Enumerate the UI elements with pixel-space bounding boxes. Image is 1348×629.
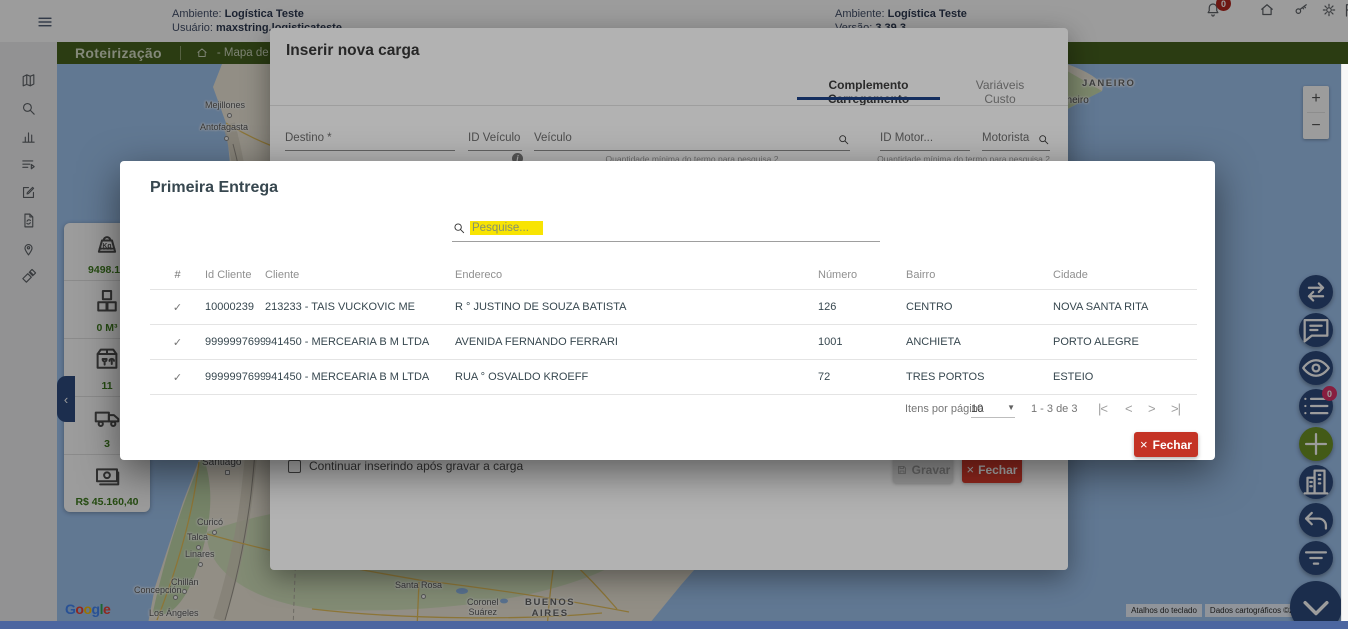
scrollbar[interactable] xyxy=(1341,64,1348,621)
table-cell: 72 xyxy=(818,371,906,383)
table-row[interactable]: ✓10000239213233 - TAIS VUCKOVIC MER ° JU… xyxy=(150,290,1197,325)
column-header: Id Cliente xyxy=(205,269,265,281)
table-cell: CENTRO xyxy=(906,301,1053,313)
column-header: Número xyxy=(818,269,906,281)
table-cell: TRES PORTOS xyxy=(906,371,1053,383)
app-root: Ambiente: Logística Teste Usuário: maxst… xyxy=(0,0,1348,629)
column-header: Bairro xyxy=(906,269,1053,281)
table-cell: RUA ° OSVALDO KROEFF xyxy=(455,371,818,383)
table-row[interactable]: ✓9999997699941450 - MERCEARIA B M LTDARU… xyxy=(150,360,1197,395)
row-check-icon: ✓ xyxy=(150,301,205,314)
column-header: Endereco xyxy=(455,269,818,281)
table-cell: PORTO ALEGRE xyxy=(1053,336,1197,348)
table-cell: 941450 - MERCEARIA B M LTDA xyxy=(265,336,455,348)
table-cell: 1001 xyxy=(818,336,906,348)
bottom-strip xyxy=(0,621,1348,629)
modal-title: Primeira Entrega xyxy=(150,179,278,197)
table-header-row: #Id ClienteClienteEnderecoNúmeroBairroCi… xyxy=(150,261,1197,290)
table-row[interactable]: ✓9999997699941450 - MERCEARIA B M LTDAAV… xyxy=(150,325,1197,360)
search-input[interactable]: Pesquise... xyxy=(452,215,880,242)
next-page-button[interactable]: > xyxy=(1148,401,1155,416)
table-cell: 941450 - MERCEARIA B M LTDA xyxy=(265,371,455,383)
table-cell: 9999997699 xyxy=(205,371,265,383)
search-icon xyxy=(452,221,466,235)
table-cell: ESTEIO xyxy=(1053,371,1197,383)
column-header: # xyxy=(150,269,205,281)
page-size-select[interactable]: 10▼ xyxy=(971,403,1015,418)
column-header: Cidade xyxy=(1053,269,1197,281)
previous-page-button[interactable]: < xyxy=(1125,401,1132,416)
row-check-icon: ✓ xyxy=(150,336,205,349)
first-delivery-modal: Primeira Entrega Pesquise... #Id Cliente… xyxy=(120,161,1215,460)
table-cell: 213233 - TAIS VUCKOVIC ME xyxy=(265,301,455,313)
row-check-icon: ✓ xyxy=(150,371,205,384)
table-cell: 126 xyxy=(818,301,906,313)
table-cell: AVENIDA FERNANDO FERRARI xyxy=(455,336,818,348)
column-header: Cliente xyxy=(265,269,455,281)
first-page-button[interactable]: |< xyxy=(1098,401,1107,416)
page-range-label: 1 - 3 de 3 xyxy=(1031,403,1077,415)
table-cell: R ° JUSTINO DE SOUZA BATISTA xyxy=(455,301,818,313)
close-icon: × xyxy=(1140,437,1148,452)
table-cell: 10000239 xyxy=(205,301,265,313)
deliveries-table: #Id ClienteClienteEnderecoNúmeroBairroCi… xyxy=(150,261,1197,395)
table-cell: 9999997699 xyxy=(205,336,265,348)
last-page-button[interactable]: >| xyxy=(1171,401,1180,416)
chevron-down-icon: ▼ xyxy=(1007,403,1015,412)
table-cell: ANCHIETA xyxy=(906,336,1053,348)
pagination: Itens por página 10▼ 1 - 3 de 3 |< < > >… xyxy=(120,399,1197,421)
table-cell: NOVA SANTA RITA xyxy=(1053,301,1197,313)
close-button[interactable]: × Fechar xyxy=(1134,432,1198,457)
search-placeholder: Pesquise... xyxy=(470,221,543,235)
